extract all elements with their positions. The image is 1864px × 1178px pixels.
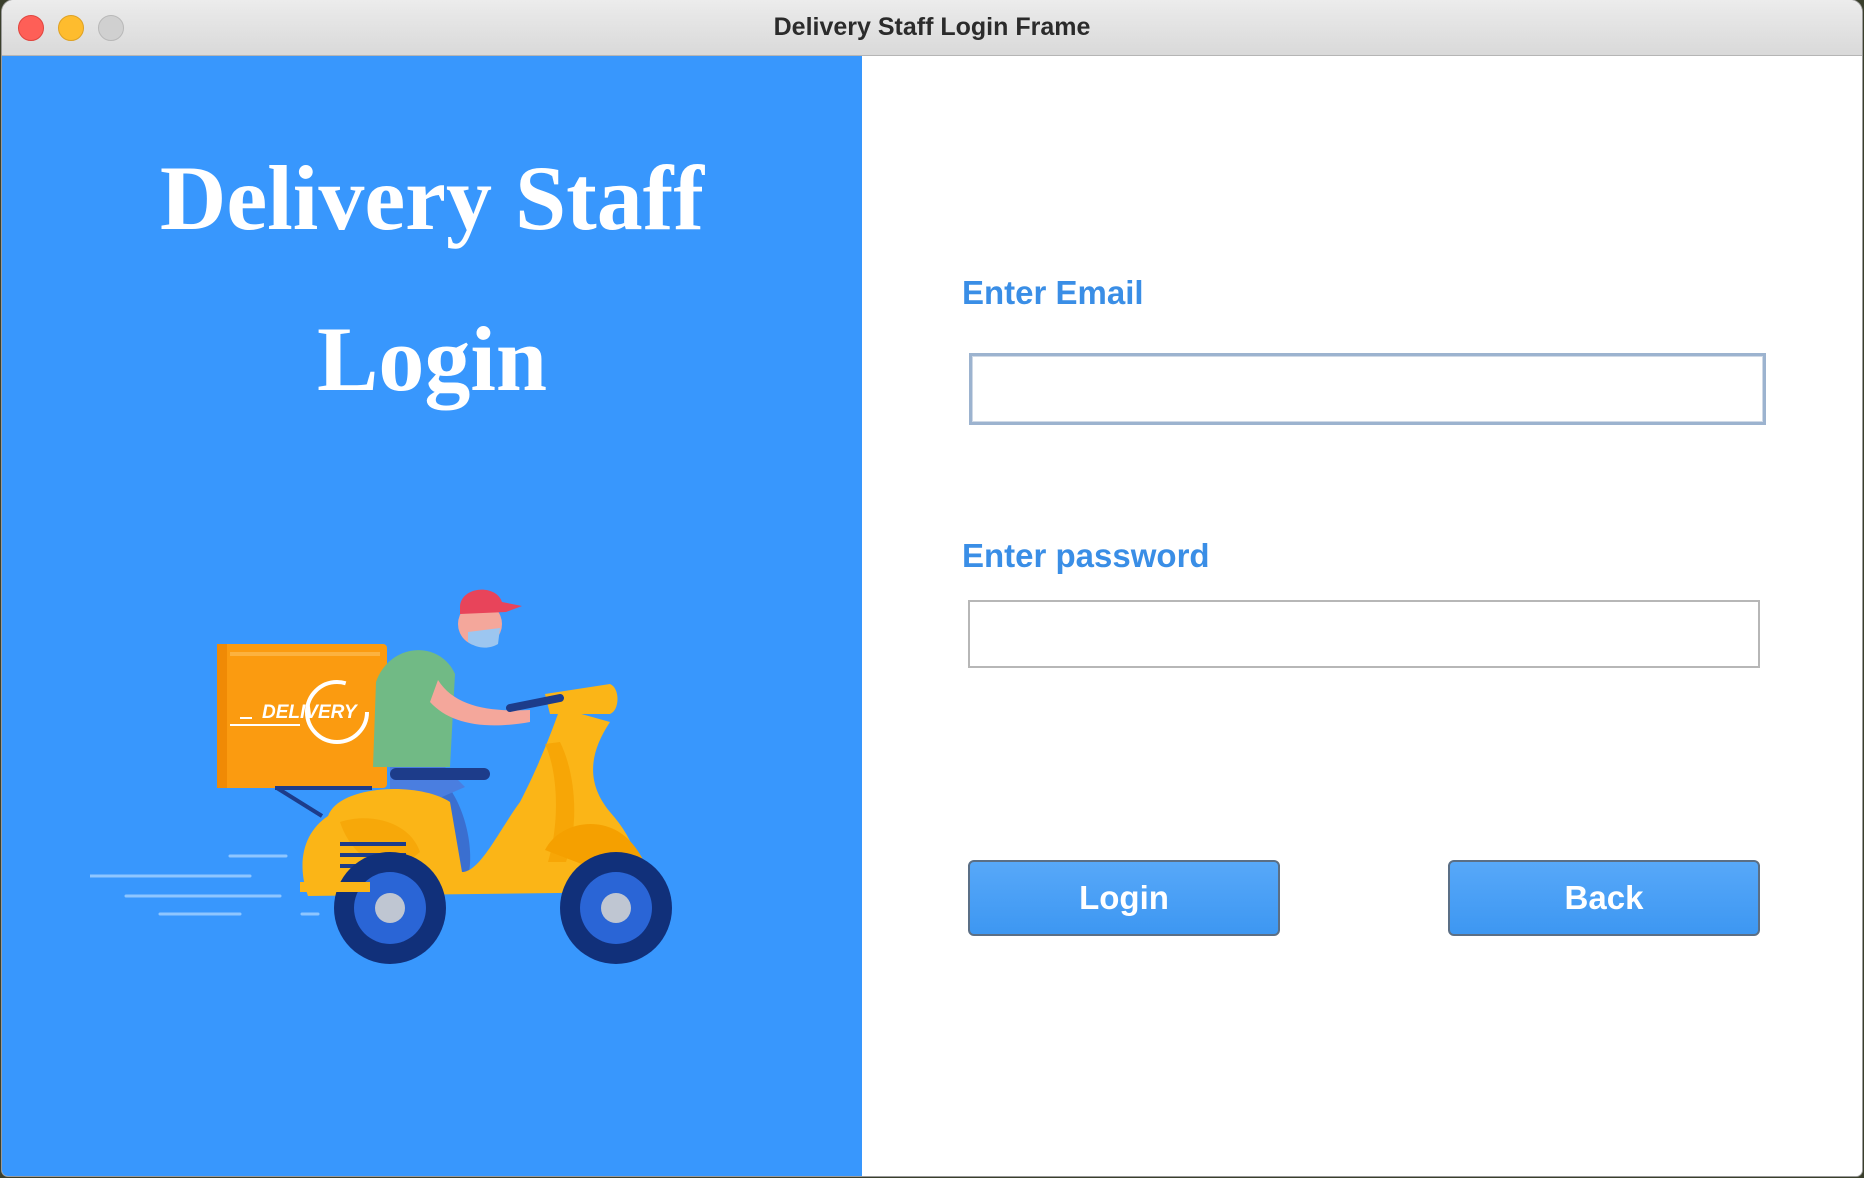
delivery-box-text: DELIVERY [262, 702, 359, 723]
password-field[interactable] [968, 600, 1760, 668]
delivery-scooter-illustration: DELIVERY [90, 589, 672, 964]
app-window: Delivery Staff Login Frame Delivery Staf… [2, 0, 1862, 1176]
hero-title-line-2: Login [316, 308, 548, 410]
password-label: Enter password [962, 537, 1210, 574]
hero-title-line-1: Delivery Staff [159, 147, 705, 249]
back-button[interactable]: Back [1448, 860, 1760, 936]
title-bar: Delivery Staff Login Frame [2, 0, 1862, 56]
login-button[interactable]: Login [968, 860, 1280, 936]
email-label: Enter Email [962, 274, 1144, 311]
login-form-panel: Enter Email Enter password Login Back [862, 56, 1862, 1176]
email-field[interactable] [969, 353, 1766, 425]
speed-lines [90, 854, 320, 916]
delivery-box: DELIVERY [217, 644, 387, 818]
hero-panel: Delivery Staff Login DELIVERY [2, 56, 862, 1176]
window-title: Delivery Staff Login Frame [773, 13, 1091, 41]
